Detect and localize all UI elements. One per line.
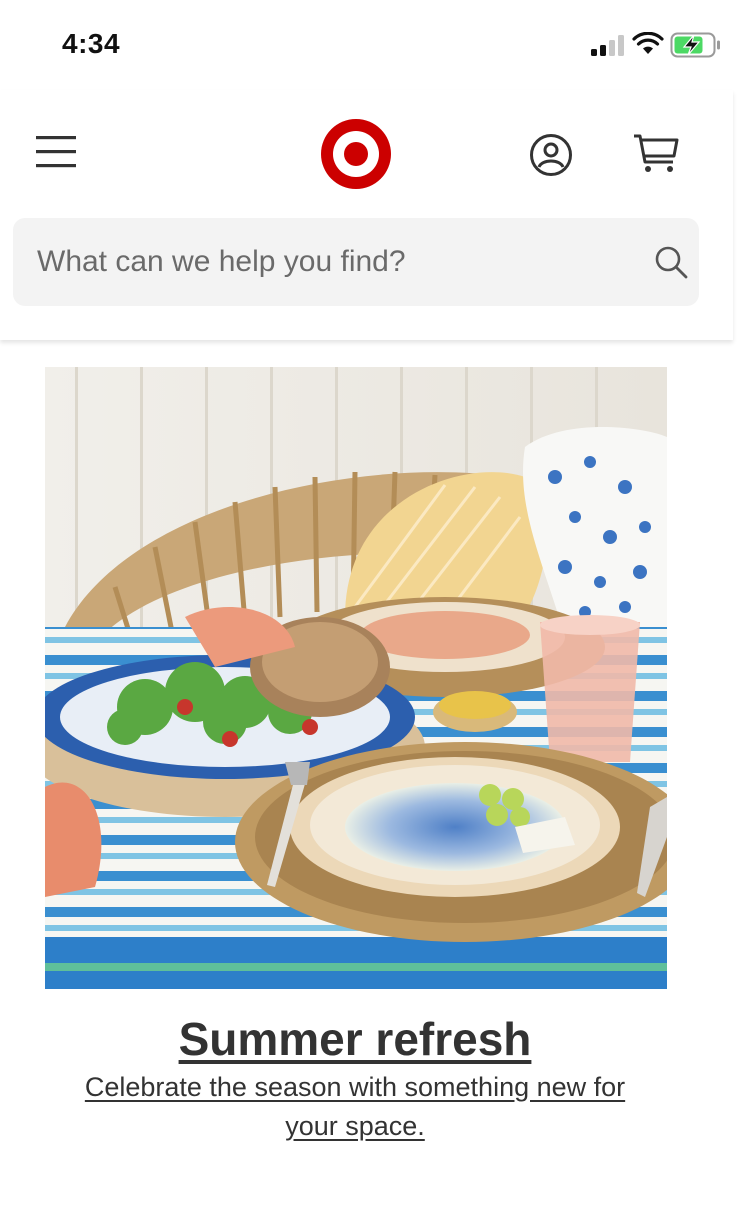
hamburger-menu-icon[interactable]: [30, 130, 84, 174]
promo-subtext[interactable]: Celebrate the season with something new …: [60, 1068, 650, 1146]
promo-hero-image[interactable]: [45, 367, 667, 989]
search-bar: [13, 218, 699, 306]
status-time: 4:34: [62, 28, 121, 59]
wifi-icon: [632, 32, 664, 54]
search-icon[interactable]: [653, 244, 689, 280]
signal-icon: [591, 35, 624, 56]
target-logo[interactable]: [318, 118, 394, 190]
cart-icon[interactable]: [630, 130, 682, 176]
account-icon[interactable]: [526, 130, 576, 180]
status-bar: 4:34: [0, 0, 750, 90]
search-input[interactable]: [37, 218, 627, 306]
battery-charging-icon: [670, 32, 720, 58]
header: [0, 90, 733, 340]
promo-headline[interactable]: Summer refresh: [0, 1012, 710, 1066]
